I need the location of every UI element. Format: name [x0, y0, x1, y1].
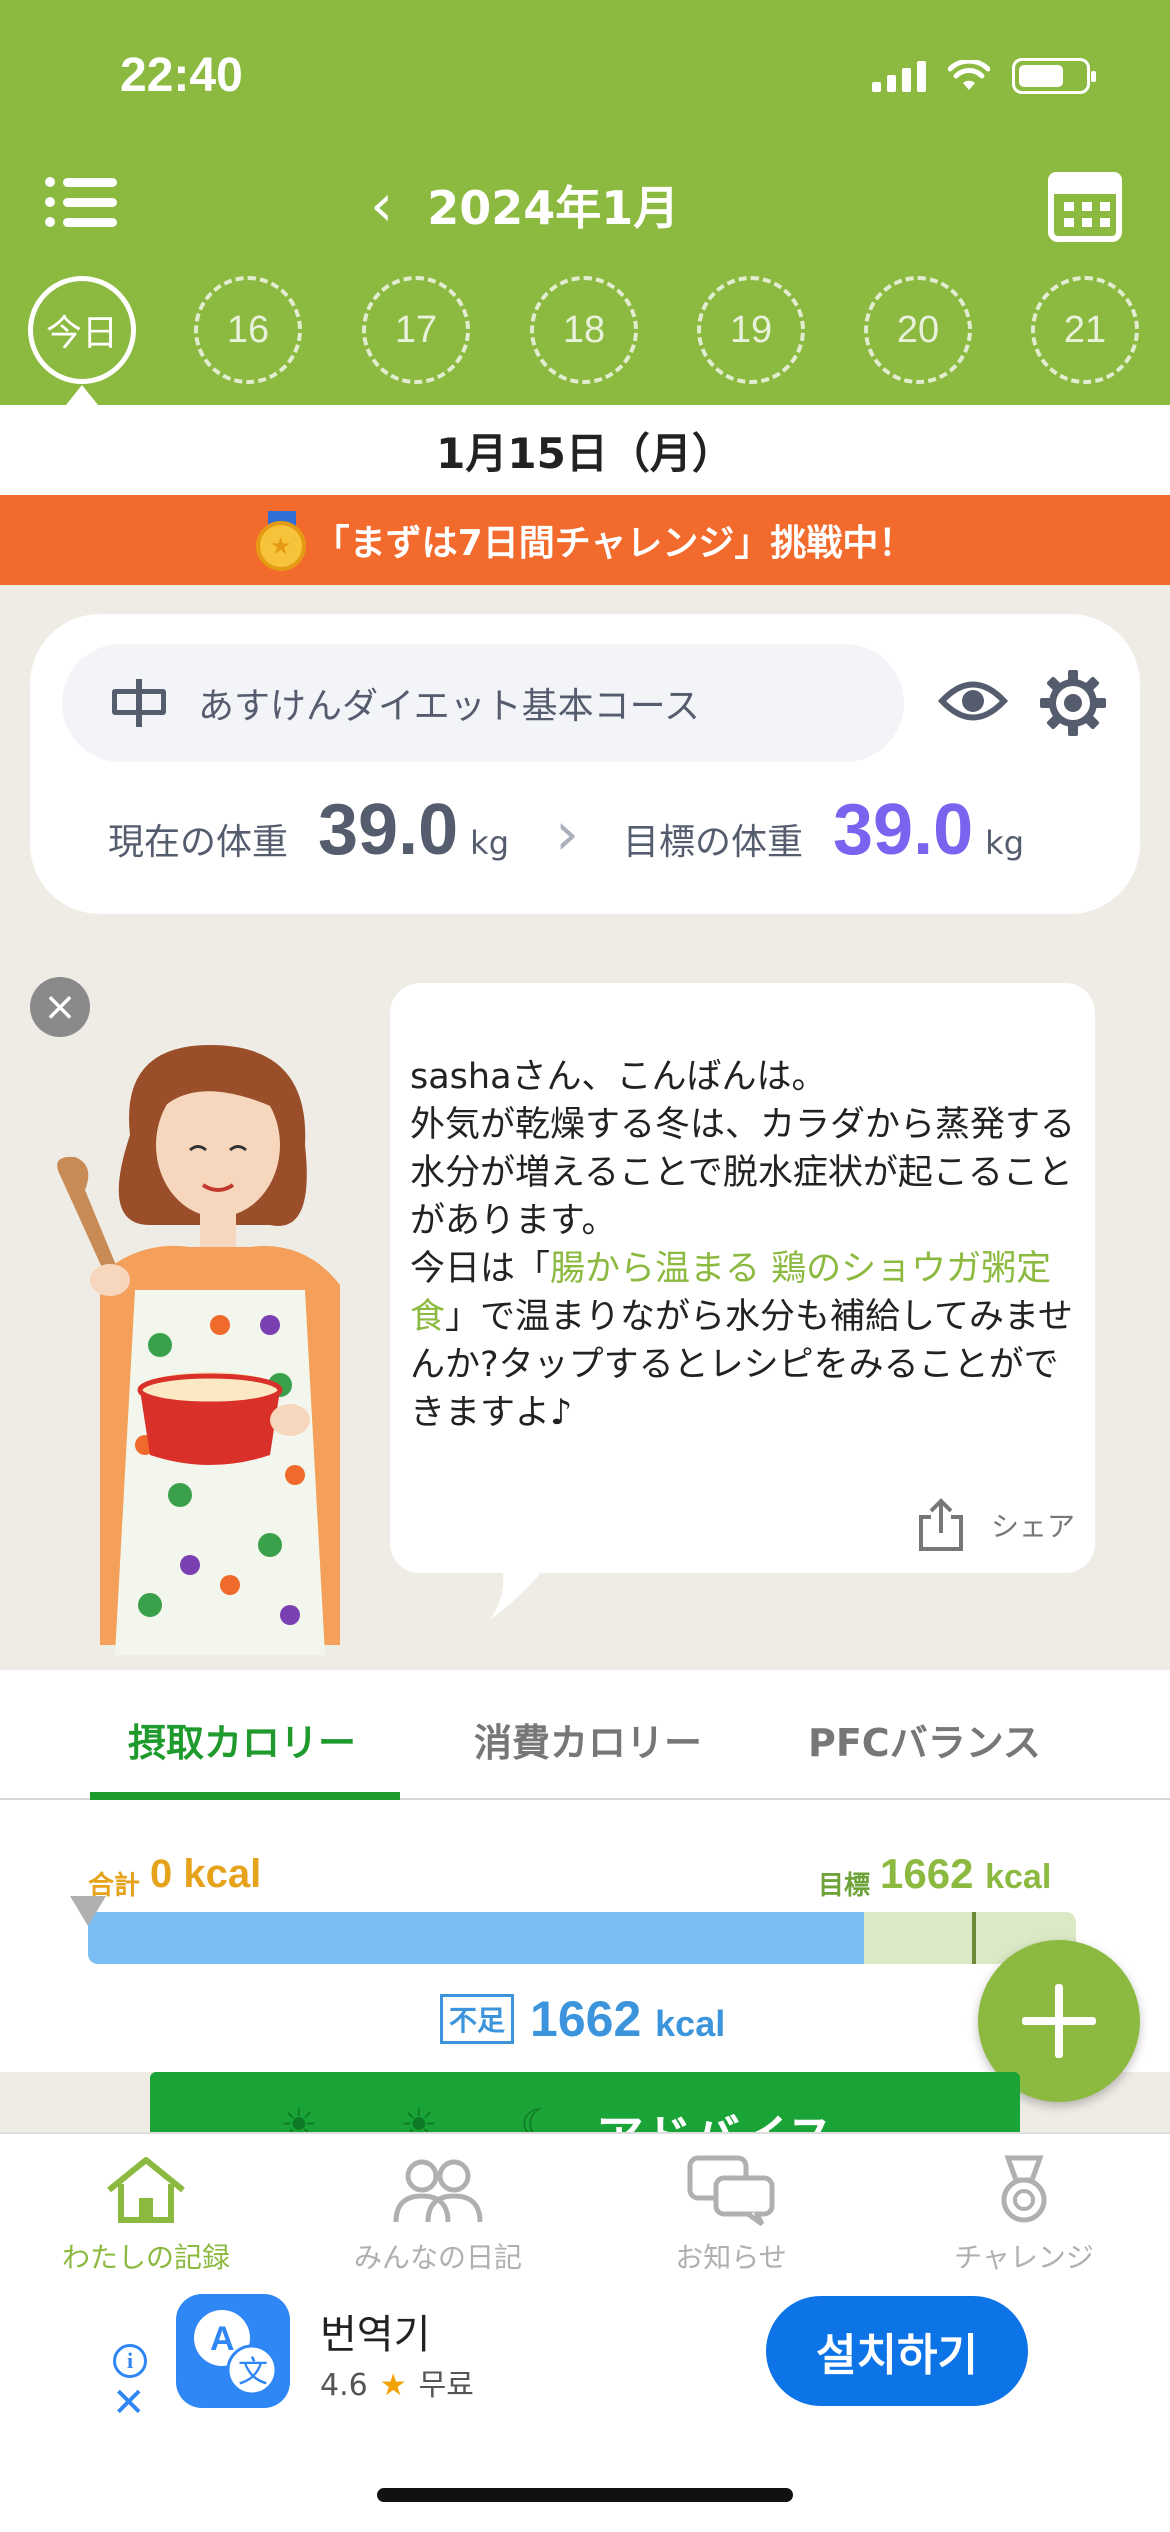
goal-marker [972, 1912, 977, 1964]
day-17[interactable]: 17 [362, 276, 470, 384]
nav-challenge[interactable]: チャレンジ [878, 2154, 1170, 2276]
advice-message[interactable]: sashaさん、こんばんは。 外気が乾燥する冬は、カラダから蒸発する水分が増える… [410, 1053, 1090, 1437]
current-weight-unit: kg [470, 824, 509, 862]
shortfall-value: 1662 kcal [530, 1991, 726, 2047]
sun-icon: ☀ [280, 2100, 318, 2132]
month-navigator: ‹ 2024年1月 [370, 172, 679, 238]
translator-app-icon[interactable]: A 文 [176, 2294, 290, 2408]
sunrise-icon: ☀ [400, 2100, 438, 2132]
ad-install-button[interactable]: 설치하기 [766, 2296, 1028, 2406]
course-name: あすけんダイエット基本コース [198, 686, 700, 727]
shortfall-row: 不足 1662 kcal [440, 1990, 725, 2048]
svg-text:A: A [210, 2320, 235, 2358]
current-weight-label: 現在の体重 [108, 822, 289, 863]
goal-weight-unit: kg [985, 824, 1024, 862]
course-card: あすけんダイエット基本コース 現在の体重 39.0 kg › 目標の体重 39.… [30, 614, 1140, 914]
menu-button[interactable] [45, 172, 117, 232]
nav-everyone-diary[interactable]: みんなの日記 [292, 2154, 584, 2276]
medal-icon: ★ [255, 511, 308, 571]
goal-weight-label: 目標の体重 [623, 822, 804, 863]
people-icon [292, 2154, 584, 2226]
wifi-icon [948, 60, 990, 90]
advice-text-outro: 」で温まりながら水分も補給してみませんか?タップするとレシピをみることができます… [410, 1297, 1073, 1433]
goal-calories: 1662 kcal [880, 1850, 1052, 1897]
bottom-navigation: わたしの記録 みんなの日記 お知らせ チャレンジ [0, 2132, 1170, 2282]
share-label: シェア [990, 1510, 1075, 1543]
nav-label-everyone-diary: みんなの日記 [353, 2241, 522, 2274]
ad-rating: 4.6 ★ 무료 [320, 2368, 474, 2403]
flag-icon [112, 679, 166, 727]
tab-intake-calories[interactable]: 摂取カロリー [128, 1712, 356, 1767]
advice-bubble[interactable]: sashaさん、こんばんは。 外気が乾燥する冬は、カラダから蒸発する水分が増える… [390, 983, 1095, 1573]
day-selector: 今日 16 17 18 19 20 21 [0, 268, 1170, 388]
current-position-marker [70, 1896, 106, 1926]
gear-icon[interactable] [1038, 668, 1108, 738]
calorie-progress-fill [88, 1912, 864, 1964]
tab-pfc-balance[interactable]: PFCバランス [808, 1712, 1041, 1767]
day-21[interactable]: 21 [1031, 276, 1139, 384]
nav-label-notifications: お知らせ [675, 2241, 787, 2274]
tab-burned-calories[interactable]: 消費カロリー [474, 1712, 702, 1767]
day-20[interactable]: 20 [864, 276, 972, 384]
calorie-progress-bar [88, 1912, 1076, 1964]
course-selector[interactable]: あすけんダイエット基本コース [62, 644, 904, 762]
nav-notifications[interactable]: お知らせ [585, 2154, 877, 2276]
calendar-button[interactable] [1048, 172, 1122, 242]
total-calories: 0 kcal [150, 1852, 262, 1896]
calorie-tabs: 摂取カロリー 消費カロリー PFCバランス [0, 1670, 1170, 1800]
svg-text:文: 文 [238, 2355, 268, 2390]
eye-icon[interactable] [938, 672, 1008, 730]
active-tab-indicator [90, 1792, 400, 1800]
header-bar: 22:40 ‹ 2024年1月 今日 16 17 18 19 20 21 [0, 0, 1170, 405]
selected-day-pointer [66, 385, 98, 405]
chevron-right-icon: › [555, 799, 579, 869]
challenge-banner[interactable]: ★ 「まずは7日間チャレンジ」挑戦中！ [0, 495, 1170, 585]
month-title: 2024年1月 [427, 181, 680, 235]
previous-month-chevron-icon[interactable]: ‹ [370, 175, 393, 235]
status-icons [872, 58, 1096, 94]
day-16[interactable]: 16 [194, 276, 302, 384]
ad-close-icon[interactable]: ✕ [112, 2380, 146, 2426]
advice-button-label: アドバイス [596, 2110, 835, 2132]
goal-weight-value: 39.0 [833, 790, 974, 870]
weight-row[interactable]: 現在の体重 39.0 kg › 目標の体重 39.0 kg [108, 789, 1098, 871]
home-indicator[interactable] [377, 2488, 793, 2502]
cellular-signal-icon [872, 60, 926, 92]
home-icon [0, 2154, 292, 2226]
medal-ribbon-icon [878, 2154, 1170, 2226]
day-18[interactable]: 18 [530, 276, 638, 384]
challenge-text: 「まずは7日間チャレンジ」挑戦中！ [313, 523, 915, 564]
battery-icon [1012, 58, 1096, 94]
ad-app-name: 번역기 [320, 2312, 431, 2358]
share-button[interactable]: シェア [913, 1497, 1075, 1553]
speech-bubble-tail [490, 1560, 550, 1620]
nav-my-records[interactable]: わたしの記録 [0, 2154, 292, 2276]
status-time: 22:40 [120, 49, 243, 102]
day-today[interactable]: 今日 [28, 276, 136, 384]
moon-icon: ☾ [520, 2100, 558, 2132]
ad-info-icon[interactable]: i [113, 2344, 147, 2378]
current-weight-value: 39.0 [318, 790, 459, 870]
share-icon [918, 1498, 963, 1551]
shortfall-badge: 不足 [440, 1994, 515, 2044]
calendar-icon [1064, 202, 1110, 227]
chef-character-illustration [57, 1045, 340, 1655]
goal-label: 目標 [818, 1871, 871, 1901]
nav-label-challenge: チャレンジ [954, 2241, 1094, 2274]
selected-date: 1月15日（月） [0, 405, 1170, 495]
advice-button[interactable]: ☀ ☀ ☾ アドバイス [150, 2072, 1020, 2132]
chat-bubbles-icon [585, 2154, 877, 2226]
day-19[interactable]: 19 [697, 276, 805, 384]
nav-label-my-records: わたしの記録 [61, 2241, 230, 2274]
